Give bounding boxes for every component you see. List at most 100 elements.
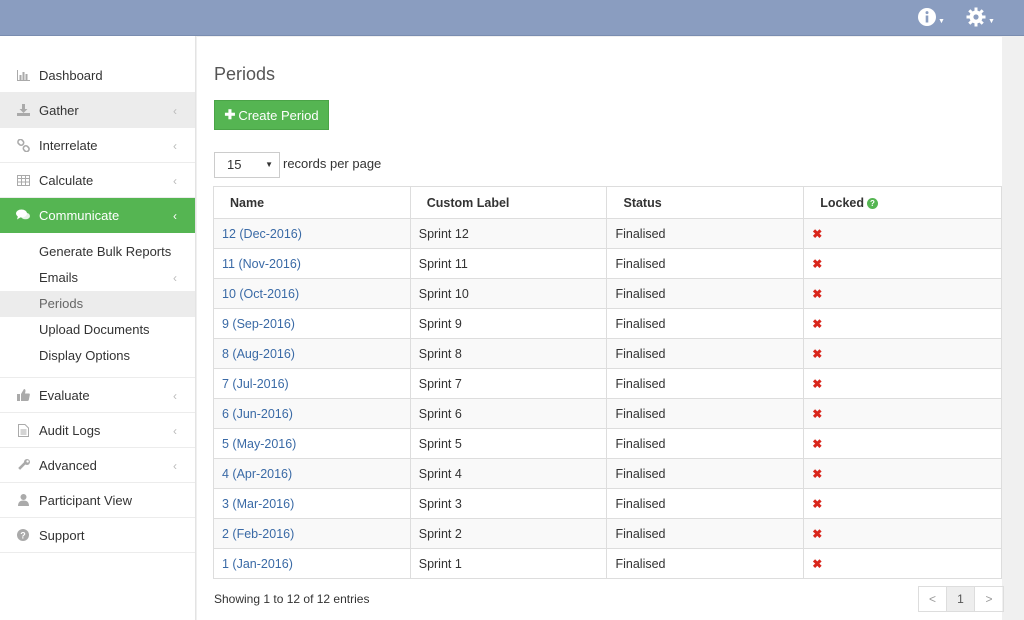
chevron-left-icon: ‹ (173, 174, 177, 188)
user-icon (16, 493, 30, 507)
submenu-item-display-options[interactable]: Display Options (0, 343, 195, 369)
period-link[interactable]: 5 (May-2016) (222, 437, 296, 451)
cell-status: Finalised (606, 518, 805, 549)
records-per-page-select[interactable]: 15 ▼ (214, 152, 280, 178)
sidebar-item-support[interactable]: ? Support (0, 518, 195, 553)
submenu-item-upload-documents[interactable]: Upload Documents (0, 317, 195, 343)
close-icon: ✖ (812, 226, 823, 241)
cell-name: 12 (Dec-2016) (213, 218, 411, 249)
close-icon: ✖ (812, 466, 823, 481)
period-link[interactable]: 12 (Dec-2016) (222, 227, 302, 241)
period-link[interactable]: 7 (Jul-2016) (222, 377, 289, 391)
plus-icon: ✚ (224, 107, 236, 122)
cell-custom-label: Sprint 12 (409, 218, 608, 249)
period-link[interactable]: 6 (Jun-2016) (222, 407, 293, 421)
sidebar-item-label: Evaluate (39, 387, 90, 403)
sidebar-item-audit-logs[interactable]: Audit Logs ‹ (0, 413, 195, 448)
sidebar-item-evaluate[interactable]: Evaluate ‹ (0, 378, 195, 413)
settings-menu-button[interactable]: ▼ (966, 6, 995, 28)
table-row: 8 (Aug-2016) Sprint 8 Finalised ✖ (213, 338, 1002, 369)
table-info: Showing 1 to 12 of 12 entries (214, 592, 370, 606)
chevron-down-icon: ▼ (938, 17, 945, 25)
cell-status: Finalised (606, 248, 805, 279)
cell-status: Finalised (606, 398, 805, 429)
cell-locked: ✖ (803, 428, 1002, 459)
table-row: 10 (Oct-2016) Sprint 10 Finalised ✖ (213, 278, 1002, 309)
table-row: 9 (Sep-2016) Sprint 9 Finalised ✖ (213, 308, 1002, 339)
cell-name: 3 (Mar-2016) (213, 488, 411, 519)
close-icon: ✖ (812, 256, 823, 271)
cell-custom-label: Sprint 2 (409, 518, 608, 549)
pagination-previous-button[interactable]: < (919, 587, 947, 611)
cell-status: Finalised (606, 278, 805, 309)
cell-custom-label: Sprint 9 (409, 308, 608, 339)
column-header-name[interactable]: Name (213, 186, 411, 219)
period-link[interactable]: 11 (Nov-2016) (222, 257, 301, 271)
link-icon (16, 138, 30, 152)
sidebar-item-advanced[interactable]: Advanced ‹ (0, 448, 195, 483)
bar-chart-icon (16, 68, 30, 82)
page-title: Periods (214, 64, 276, 84)
period-link[interactable]: 3 (Mar-2016) (222, 497, 294, 511)
sidebar-item-interrelate[interactable]: Interrelate ‹ (0, 128, 195, 163)
pagination-page-button[interactable]: 1 (947, 587, 975, 611)
cell-custom-label: Sprint 5 (409, 428, 608, 459)
close-icon: ✖ (812, 496, 823, 511)
cell-locked: ✖ (803, 458, 1002, 489)
top-navbar: ▼ ▼ (0, 0, 1024, 36)
info-menu-button[interactable]: ▼ (918, 6, 945, 28)
period-link[interactable]: 2 (Feb-2016) (222, 527, 294, 541)
table-row: 2 (Feb-2016) Sprint 2 Finalised ✖ (213, 518, 1002, 549)
cell-locked: ✖ (803, 548, 1002, 579)
sidebar-item-label: Gather (39, 102, 79, 118)
close-icon: ✖ (812, 346, 823, 361)
cell-name: 11 (Nov-2016) (213, 248, 411, 279)
cell-locked: ✖ (803, 338, 1002, 369)
column-header-locked[interactable]: Locked? (803, 186, 1002, 219)
sidebar-item-gather[interactable]: Gather ‹ (0, 93, 195, 128)
sidebar-item-dashboard[interactable]: Dashboard (0, 58, 195, 93)
sidebar: Dashboard Gather ‹ Interrelate ‹ Calcula… (0, 36, 196, 620)
submenu-item-emails[interactable]: Emails ‹ (0, 265, 195, 291)
column-header-status[interactable]: Status (606, 186, 805, 219)
submenu-item-generate-bulk-reports[interactable]: Generate Bulk Reports (0, 239, 195, 265)
chevron-down-icon: ▼ (988, 17, 995, 25)
info-icon (918, 8, 936, 26)
close-icon: ✖ (812, 286, 823, 301)
period-link[interactable]: 8 (Aug-2016) (222, 347, 295, 361)
question-circle-icon: ? (16, 528, 30, 542)
sidebar-item-label: Dashboard (39, 67, 103, 83)
chevron-left-icon: ‹ (173, 139, 177, 153)
create-period-label: Create Period (238, 107, 319, 123)
cell-status: Finalised (606, 308, 805, 339)
period-link[interactable]: 9 (Sep-2016) (222, 317, 295, 331)
submenu-item-periods[interactable]: Periods (0, 291, 195, 317)
comments-icon (16, 208, 30, 222)
sidebar-item-communicate[interactable]: Communicate ‹ (0, 198, 195, 233)
help-icon[interactable]: ? (867, 197, 878, 209)
pagination-next-button[interactable]: > (975, 587, 1003, 611)
sidebar-item-calculate[interactable]: Calculate ‹ (0, 163, 195, 198)
sidebar-item-participant-view[interactable]: Participant View (0, 483, 195, 518)
chevron-left-icon: ‹ (173, 424, 177, 438)
chevron-left-icon: ‹ (173, 209, 177, 223)
cell-name: 6 (Jun-2016) (213, 398, 411, 429)
column-header-custom-label[interactable]: Custom Label (409, 186, 608, 219)
table-row: 11 (Nov-2016) Sprint 11 Finalised ✖ (213, 248, 1002, 279)
period-link[interactable]: 4 (Apr-2016) (222, 467, 292, 481)
cell-locked: ✖ (803, 488, 1002, 519)
cell-custom-label: Sprint 4 (409, 458, 608, 489)
cell-locked: ✖ (803, 368, 1002, 399)
period-link[interactable]: 10 (Oct-2016) (222, 287, 299, 301)
table-icon (16, 173, 30, 187)
cell-status: Finalised (606, 368, 805, 399)
cell-custom-label: Sprint 11 (409, 248, 608, 279)
sidebar-item-label: Advanced (39, 457, 97, 473)
records-per-page-value: 15 (227, 157, 242, 172)
period-link[interactable]: 1 (Jan-2016) (222, 557, 293, 571)
cell-status: Finalised (606, 548, 805, 579)
create-period-button[interactable]: ✚ Create Period (214, 100, 329, 130)
pagination: < 1 > (918, 586, 1004, 612)
cell-name: 4 (Apr-2016) (213, 458, 411, 489)
cell-custom-label: Sprint 6 (409, 398, 608, 429)
